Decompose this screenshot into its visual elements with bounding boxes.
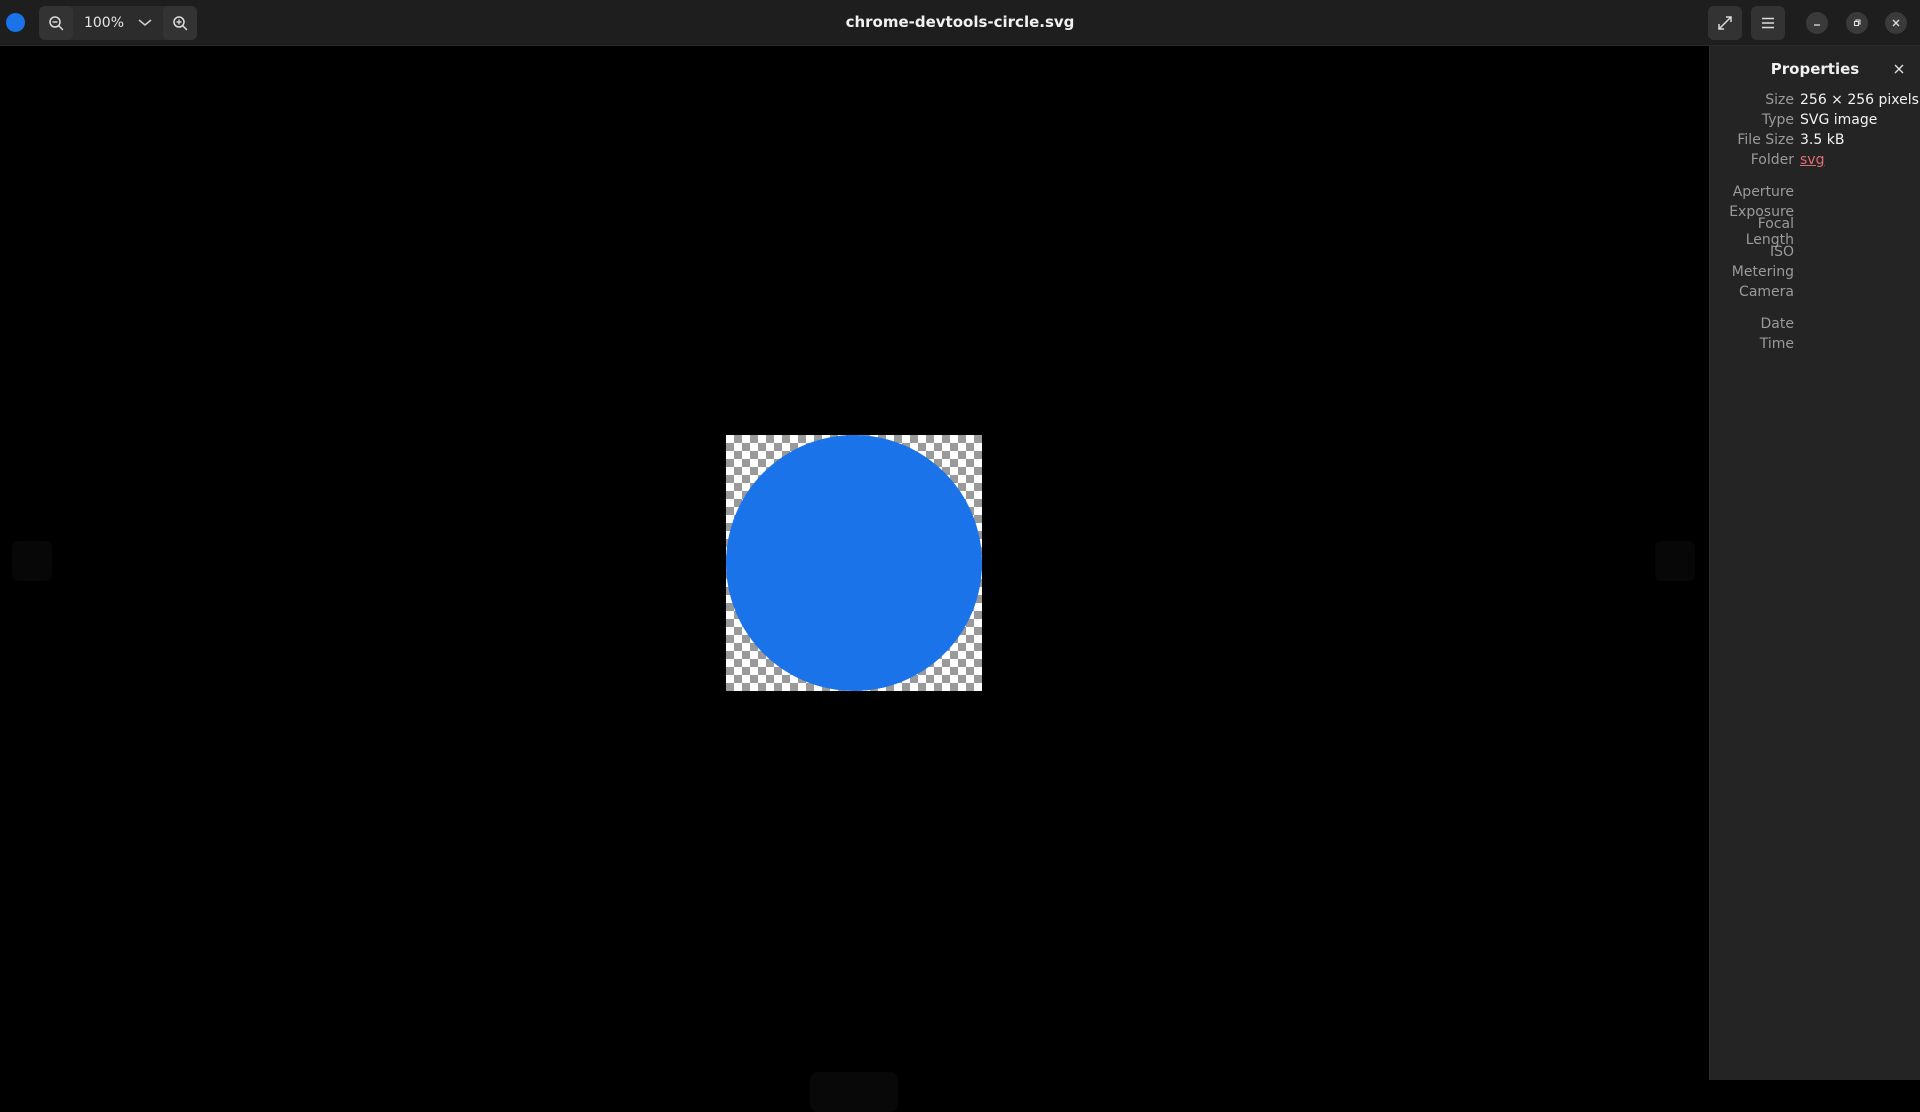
property-folder: Folder svg (1710, 150, 1920, 170)
property-focal-length: Focal Length (1710, 216, 1920, 248)
property-size: Size 256 × 256 pixels (1710, 90, 1920, 110)
property-label: Date (1760, 316, 1794, 332)
minimize-icon (1814, 24, 1820, 26)
close-icon (1894, 64, 1904, 74)
properties-panel: Properties Size 256 × 256 pixels Type SV… (1709, 46, 1920, 1080)
property-value: 3.5 kB (1800, 132, 1845, 148)
property-value: SVG image (1800, 112, 1878, 128)
property-aperture: Aperture (1710, 182, 1920, 202)
property-label: File Size (1737, 132, 1794, 148)
properties-list: Size 256 × 256 pixels Type SVG image Fil… (1710, 90, 1920, 354)
folder-link[interactable]: svg (1800, 152, 1824, 168)
property-label: Folder (1750, 152, 1794, 168)
zoom-in-icon (173, 16, 188, 31)
restore-icon (1853, 19, 1861, 27)
header-bar: 100% chrome-devtools-circle.svg (0, 0, 1920, 46)
zoom-out-icon (49, 16, 64, 31)
property-camera: Camera (1710, 282, 1920, 302)
maximize-button[interactable] (1846, 12, 1868, 34)
next-image-button[interactable] (1655, 541, 1695, 581)
property-label: ISO (1769, 244, 1794, 260)
property-label: Time (1759, 336, 1794, 352)
hamburger-menu-icon (1762, 17, 1774, 29)
zoom-level-value: 100% (83, 15, 125, 31)
property-type: Type SVG image (1710, 110, 1920, 130)
fullscreen-button[interactable] (1708, 6, 1742, 40)
chevron-down-icon (138, 19, 152, 26)
app-icon (6, 13, 25, 32)
property-label: Size (1765, 92, 1794, 108)
properties-close-button[interactable] (1888, 58, 1910, 80)
fullscreen-icon (1718, 16, 1732, 30)
property-label: Type (1761, 112, 1794, 128)
property-label: Metering (1731, 264, 1794, 280)
property-file-size: File Size 3.5 kB (1710, 130, 1920, 150)
property-value: 256 × 256 pixels (1800, 92, 1919, 108)
minimize-button[interactable] (1806, 12, 1828, 34)
zoom-controls: 100% (39, 6, 197, 40)
close-window-button[interactable] (1885, 12, 1907, 34)
image-viewer-canvas[interactable] (0, 46, 1709, 1112)
main-menu-button[interactable] (1751, 6, 1785, 40)
image-transparency-checkerboard (726, 435, 982, 691)
property-iso: ISO (1710, 242, 1920, 262)
property-time: Time (1710, 334, 1920, 354)
window-title: chrome-devtools-circle.svg (845, 13, 1075, 31)
previous-image-button[interactable] (12, 541, 52, 581)
property-label: Aperture (1732, 184, 1794, 200)
zoom-in-button[interactable] (163, 6, 197, 40)
property-label: Camera (1739, 284, 1794, 300)
property-metering: Metering (1710, 262, 1920, 282)
blue-circle-image (726, 435, 982, 691)
zoom-level-dropdown[interactable]: 100% (73, 6, 163, 40)
zoom-out-button[interactable] (39, 6, 73, 40)
close-icon (1892, 19, 1900, 27)
rotate-controls[interactable] (810, 1072, 898, 1112)
property-date: Date (1710, 314, 1920, 334)
